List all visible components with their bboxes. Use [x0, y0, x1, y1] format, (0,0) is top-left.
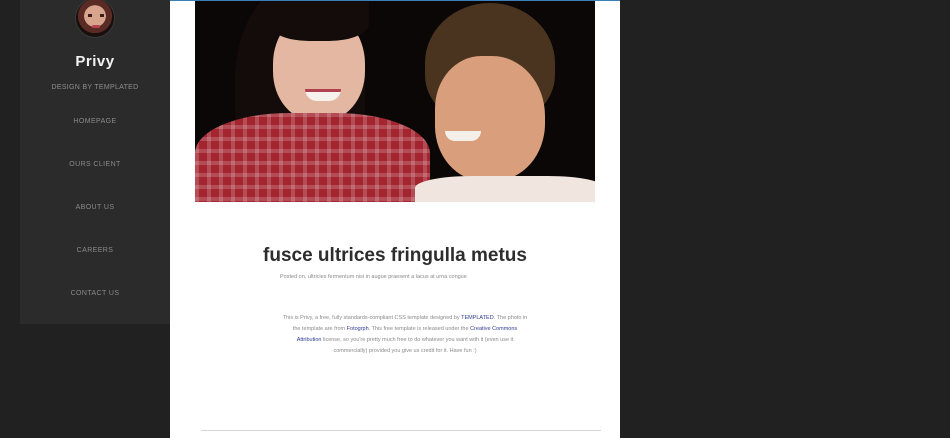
post-body-text: , a free, fully standards-compliant CSS …	[312, 315, 462, 321]
hero-image	[195, 1, 595, 202]
avatar[interactable]	[75, 0, 115, 38]
hero-woman-plaid-shirt	[195, 113, 430, 202]
hero-woman-bangs	[269, 1, 369, 41]
nav-item-clients[interactable]: OURS CLIENT	[20, 161, 170, 168]
hero-man-smile	[445, 131, 481, 141]
nav-item-contact-us[interactable]: CONTACT US	[20, 290, 170, 297]
templated-link[interactable]: TEMPLATED	[461, 315, 494, 321]
nav-item-about-us[interactable]: ABOUT US	[20, 204, 170, 211]
nav-item-careers[interactable]: CAREERS	[20, 247, 170, 254]
post-body-text: This is	[282, 315, 301, 321]
post-body-template-name: Privy	[300, 315, 312, 321]
site-tagline: DESIGN BY TEMPLATED	[51, 84, 139, 91]
post-body-text: license, so you're pretty much free to d…	[321, 337, 514, 354]
avatar-eyes	[88, 14, 104, 17]
sidebar: Privy DESIGN BY TEMPLATED HOMEPAGE OURS …	[20, 0, 170, 324]
post-subtitle: Posted on, ultricies fermentum nisi in a…	[280, 274, 467, 280]
site-title[interactable]: Privy	[20, 53, 170, 70]
avatar-lips	[92, 25, 100, 28]
post-body: This is Privy, a free, fully standards-c…	[280, 313, 530, 357]
nav-item-homepage[interactable]: HOMEPAGE	[20, 118, 170, 125]
post-body-text: . This free template is released under t…	[368, 326, 471, 332]
fotogrph-link[interactable]: Fotogrph	[347, 326, 369, 332]
hero-man-face	[435, 56, 545, 181]
post-title: fusce ultrices fringulla metus	[263, 245, 527, 266]
hero-man-shirt	[415, 176, 595, 202]
content-divider	[201, 430, 601, 431]
main-content: fusce ultrices fringulla metus Posted on…	[170, 0, 620, 438]
